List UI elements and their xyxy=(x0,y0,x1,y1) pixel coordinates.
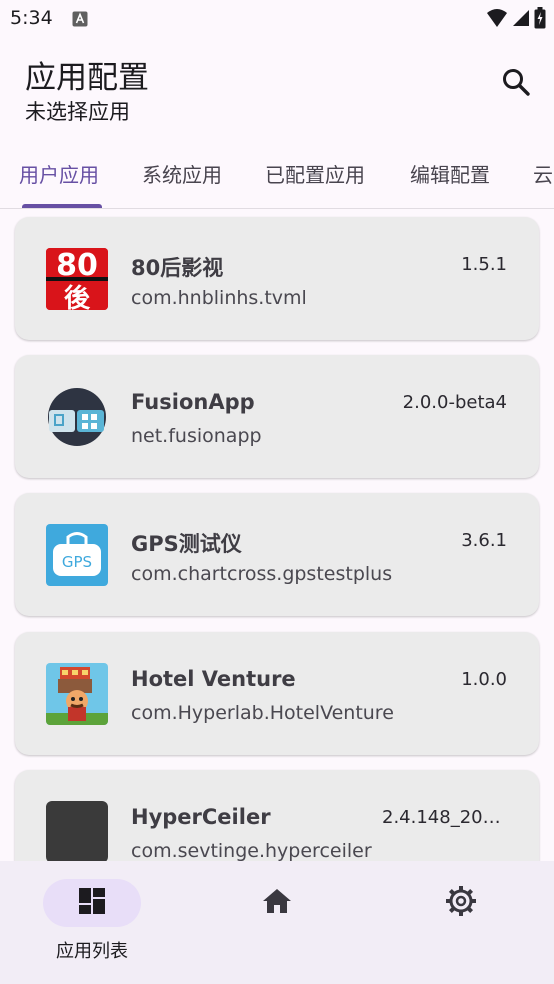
app-version: 3.6.1 xyxy=(461,530,507,551)
app-card[interactable]: FusionApp net.fusionapp 2.0.0-beta4 xyxy=(15,355,539,478)
nav-settings-container xyxy=(412,879,510,927)
dashboard-icon xyxy=(77,886,107,920)
app-package: com.sevtinge.hyperceiler xyxy=(131,840,372,861)
app-name: GPS测试仪 xyxy=(131,532,242,556)
settings-icon xyxy=(445,885,477,921)
status-time: 5:34 xyxy=(10,7,53,29)
app-package: net.fusionapp xyxy=(131,425,262,447)
tab-indicator xyxy=(22,204,102,208)
app-icon-hyperceiler xyxy=(46,801,108,861)
nav-item-app-list[interactable]: 应用列表 xyxy=(32,879,152,969)
app-icon-gps-text: GPS xyxy=(62,553,92,571)
app-icon-fusionapp xyxy=(46,386,108,448)
tab-system-apps[interactable]: 系统应用 xyxy=(142,159,222,188)
status-bar: 5:34 xyxy=(0,0,554,36)
tab-user-apps[interactable]: 用户应用 xyxy=(19,159,99,188)
nav-active-indicator xyxy=(43,879,141,927)
nav-item-settings[interactable] xyxy=(401,879,521,969)
app-package: com.chartcross.gpstestplus xyxy=(131,563,393,585)
app-icon-hotel-venture xyxy=(46,663,108,725)
app-name: HyperCeiler xyxy=(131,805,271,829)
page-subtitle: 未选择应用 xyxy=(25,100,130,124)
app-icon-80hou: 80 後 xyxy=(46,248,108,310)
app-name: Hotel Venture xyxy=(131,667,296,691)
app-name: FusionApp xyxy=(131,390,255,414)
app-icon-hou-text: 後 xyxy=(64,283,91,310)
tab-configured-apps[interactable]: 已配置应用 xyxy=(265,159,365,188)
app-version: 2.0.0-beta4 xyxy=(402,392,507,413)
app-version: 1.0.0 xyxy=(461,669,507,690)
bottom-navigation-bar: 应用列表 xyxy=(0,861,554,984)
search-icon xyxy=(501,67,531,101)
search-button[interactable] xyxy=(494,62,538,106)
notification-a-icon xyxy=(72,11,88,27)
cellular-signal-icon xyxy=(512,8,530,32)
app-icon-gps: GPS xyxy=(46,524,108,586)
tab-cloud[interactable]: 云 xyxy=(533,159,553,188)
nav-home-container xyxy=(228,879,326,927)
app-card[interactable]: GPS GPS测试仪 com.chartcross.gpstestplus 3.… xyxy=(15,493,539,616)
app-version: 2.4.148_202... xyxy=(382,807,507,828)
app-list: 80 後 80后影视 com.hnblinhs.tvml 1.5.1 Fusio… xyxy=(0,209,554,861)
top-app-bar: 应用配置 未选择应用 xyxy=(0,36,554,136)
app-card[interactable]: HyperCeiler com.sevtinge.hyperceiler 2.4… xyxy=(15,770,539,861)
tab-edit-config[interactable]: 编辑配置 xyxy=(410,159,490,188)
app-card[interactable]: Hotel Venture com.Hyperlab.HotelVenture … xyxy=(15,632,539,755)
page-title: 应用配置 xyxy=(25,60,149,96)
home-icon xyxy=(261,886,293,920)
wifi-icon xyxy=(486,8,508,32)
app-card[interactable]: 80 後 80后影视 com.hnblinhs.tvml 1.5.1 xyxy=(15,217,539,340)
tab-row: 用户应用 系统应用 已配置应用 编辑配置 云 xyxy=(0,150,554,209)
app-package: com.Hyperlab.HotelVenture xyxy=(131,702,394,724)
app-name: 80后影视 xyxy=(131,256,224,280)
app-version: 1.5.1 xyxy=(461,254,507,275)
nav-item-home[interactable] xyxy=(217,879,337,969)
app-icon-80-text: 80 xyxy=(56,248,98,283)
battery-icon xyxy=(534,7,546,33)
nav-label-app-list: 应用列表 xyxy=(56,941,128,962)
app-package: com.hnblinhs.tvml xyxy=(131,287,307,309)
